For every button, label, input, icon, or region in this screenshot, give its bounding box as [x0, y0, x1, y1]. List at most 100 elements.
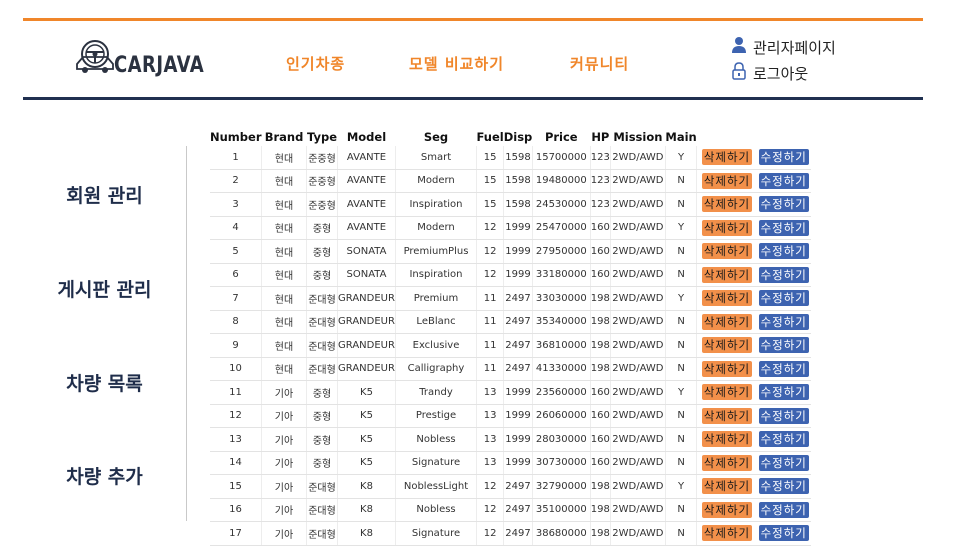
delete-button[interactable]: 삭제하기 [701, 219, 753, 236]
header-disp: Disp [503, 130, 533, 144]
cell-fuel: 12 [476, 521, 505, 546]
edit-button[interactable]: 수정하기 [758, 313, 809, 330]
edit-button[interactable]: 수정하기 [758, 337, 809, 354]
edit-button[interactable]: 수정하기 [758, 149, 809, 166]
table-row: 17 기아 준대형 K8 Signature 12 2497 38680000 198 2WD/A… [210, 521, 811, 546]
delete-button[interactable]: 삭제하기 [701, 266, 753, 283]
cell-mission: 2WD/AWD [610, 169, 666, 193]
edit-button[interactable]: 수정하기 [758, 266, 809, 283]
cell-delete: 삭제하기 [696, 521, 755, 546]
cell-hp: 160 [590, 404, 611, 428]
cell-main: N [665, 310, 698, 334]
cell-brand: 현대 [261, 216, 307, 240]
edit-button[interactable]: 수정하기 [758, 196, 809, 213]
edit-button[interactable]: 수정하기 [758, 360, 809, 377]
cell-edit: 수정하기 [754, 239, 811, 264]
cell-price: 24530000 [532, 192, 591, 217]
lock-icon [731, 62, 753, 84]
cell-delete: 삭제하기 [696, 357, 755, 381]
cell-main: Y [665, 286, 698, 311]
cell-price: 27950000 [532, 239, 591, 264]
cell-disp: 1999 [503, 216, 533, 240]
cell-price: 38680000 [532, 521, 591, 546]
edit-button[interactable]: 수정하기 [758, 219, 809, 236]
cell-edit: 수정하기 [754, 286, 811, 311]
delete-button[interactable]: 삭제하기 [701, 384, 753, 401]
cell-main: Y [665, 380, 698, 405]
delete-button[interactable]: 삭제하기 [701, 149, 753, 166]
cell-edit: 수정하기 [754, 521, 811, 546]
cell-disp: 2497 [503, 310, 533, 334]
cell-disp: 1999 [503, 263, 533, 287]
delete-button[interactable]: 삭제하기 [701, 525, 753, 542]
edit-button[interactable]: 수정하기 [758, 525, 809, 542]
cell-hp: 123 [590, 146, 611, 170]
edit-button[interactable]: 수정하기 [758, 384, 809, 401]
cell-number: 8 [210, 310, 262, 334]
delete-button[interactable]: 삭제하기 [701, 196, 753, 213]
edit-button[interactable]: 수정하기 [758, 478, 809, 495]
nav-model-compare[interactable]: 모델 비교하기 [409, 53, 504, 74]
table-row: 9 현대 준대형 GRANDEUR Exclusive 11 2497 36810000 198… [210, 333, 811, 358]
sidebar-item-member-management[interactable]: 회원 관리 [23, 181, 186, 208]
cell-hp: 160 [590, 239, 611, 264]
admin-page-link[interactable]: 관리자페이지 [731, 34, 836, 60]
logo[interactable]: CARJAVA [74, 36, 224, 80]
sidebar-item-add-car[interactable]: 차량 추가 [23, 462, 186, 489]
table-row: 2 현대 준중형 AVANTE Modern 15 1598 19480000 123 2WD/A… [210, 169, 811, 193]
cell-edit: 수정하기 [754, 474, 811, 499]
edit-button[interactable]: 수정하기 [758, 243, 809, 260]
cell-mission: 2WD/AWD [610, 380, 666, 405]
delete-button[interactable]: 삭제하기 [701, 337, 753, 354]
admin-page-label: 관리자페이지 [753, 38, 836, 57]
cell-seg: Prestige [395, 404, 477, 428]
cell-hp: 198 [590, 286, 611, 311]
edit-button[interactable]: 수정하기 [758, 501, 809, 518]
cell-edit: 수정하기 [754, 380, 811, 405]
cell-seg: PremiumPlus [395, 239, 477, 264]
edit-button[interactable]: 수정하기 [758, 290, 809, 307]
cell-type: 준대형 [306, 357, 338, 381]
delete-button[interactable]: 삭제하기 [701, 243, 753, 260]
edit-button[interactable]: 수정하기 [758, 172, 809, 189]
cell-price: 33180000 [532, 263, 591, 287]
cell-fuel: 13 [476, 427, 505, 452]
nav-popular-cars[interactable]: 인기차종 [286, 53, 345, 74]
cell-price: 33030000 [532, 286, 591, 311]
cell-seg: Inspiration [395, 263, 477, 287]
delete-button[interactable]: 삭제하기 [701, 478, 753, 495]
cell-number: 15 [210, 474, 262, 499]
cell-type: 중형 [306, 451, 338, 475]
logout-link[interactable]: 로그아웃 [731, 60, 836, 86]
edit-button[interactable]: 수정하기 [758, 454, 809, 471]
cell-main: N [665, 427, 698, 452]
nav-community[interactable]: 커뮤니티 [570, 53, 629, 74]
cell-number: 7 [210, 286, 262, 311]
cell-type: 중형 [306, 404, 338, 428]
delete-button[interactable]: 삭제하기 [701, 172, 753, 189]
delete-button[interactable]: 삭제하기 [701, 407, 753, 424]
cell-number: 6 [210, 263, 262, 287]
edit-button[interactable]: 수정하기 [758, 407, 809, 424]
cell-disp: 1999 [503, 404, 533, 428]
header-main: Main [665, 130, 697, 144]
edit-button[interactable]: 수정하기 [758, 431, 809, 448]
delete-button[interactable]: 삭제하기 [701, 290, 753, 307]
delete-button[interactable]: 삭제하기 [701, 501, 753, 518]
cell-main: Y [665, 146, 698, 170]
sidebar-item-car-list[interactable]: 차량 목록 [23, 369, 186, 396]
cell-seg: Modern [395, 169, 477, 193]
cell-model: GRANDEUR [337, 357, 396, 381]
delete-button[interactable]: 삭제하기 [701, 360, 753, 377]
cell-mission: 2WD/AWD [610, 357, 666, 381]
cell-edit: 수정하기 [754, 404, 811, 428]
cell-model: AVANTE [337, 216, 396, 240]
cell-model: SONATA [337, 239, 396, 264]
delete-button[interactable]: 삭제하기 [701, 454, 753, 471]
cell-delete: 삭제하기 [696, 192, 755, 217]
delete-button[interactable]: 삭제하기 [701, 431, 753, 448]
delete-button[interactable]: 삭제하기 [701, 313, 753, 330]
cell-hp: 160 [590, 380, 611, 405]
cell-price: 15700000 [532, 146, 591, 170]
sidebar-item-board-management[interactable]: 게시판 관리 [23, 275, 186, 302]
